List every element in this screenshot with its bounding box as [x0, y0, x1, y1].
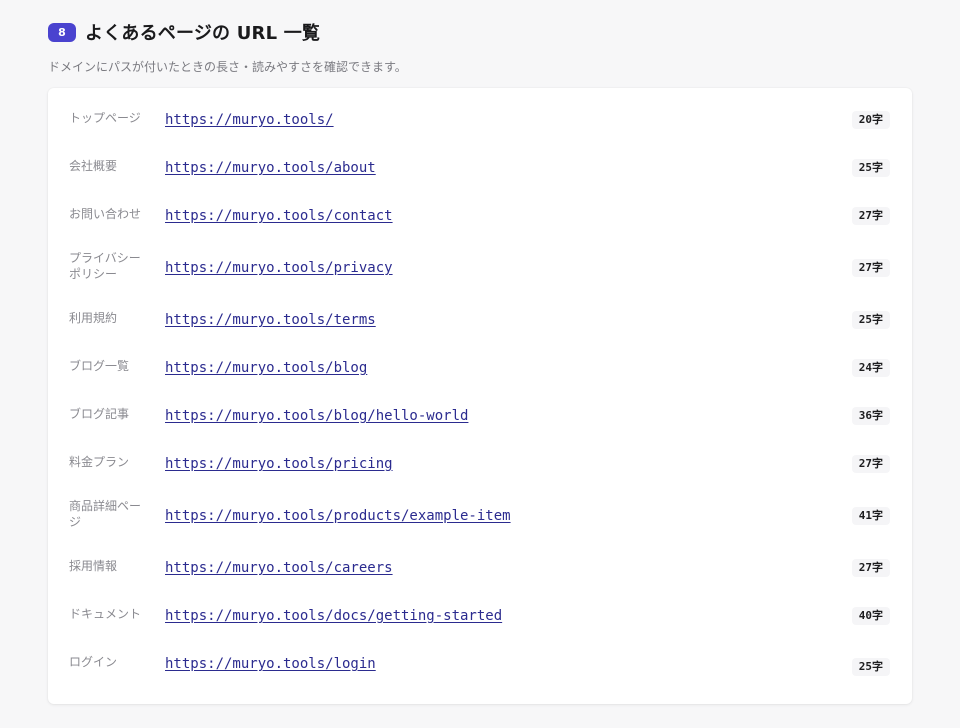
char-count-badge: 24字 [851, 359, 890, 377]
page-type-label: ドキュメント [69, 607, 142, 621]
page-type-label: トップページ [69, 111, 141, 125]
url-link[interactable]: https://muryo.tools/blog/hello-world [165, 407, 468, 425]
url-link[interactable]: https://muryo.tools/careers [165, 559, 393, 577]
url-link[interactable]: https://muryo.tools/pricing [165, 455, 393, 473]
section-number-badge: 8 [48, 22, 76, 42]
page-type-label: 利用規約 [69, 311, 118, 325]
url-list-card: トップページ https://muryo.tools/ 20字 会社概要 htt… [48, 88, 912, 704]
char-count-badge: 27字 [851, 559, 890, 577]
url-link[interactable]: https://muryo.tools/ [165, 111, 334, 129]
url-link[interactable]: https://muryo.tools/contact [165, 207, 393, 225]
char-count-badge: 27字 [851, 207, 890, 225]
char-count-badge: 20字 [851, 111, 890, 129]
char-count-badge: 40字 [851, 607, 890, 625]
url-link[interactable]: https://muryo.tools/blog [165, 359, 367, 377]
url-link[interactable]: https://muryo.tools/terms [165, 311, 376, 329]
url-link[interactable]: https://muryo.tools/about [165, 159, 376, 177]
page-type-label: ブログ記事 [69, 407, 130, 421]
char-count-badge: 25字 [851, 311, 890, 329]
page-type-label: 商品詳細ページ [69, 499, 142, 529]
page-type-label: 採用情報 [69, 559, 118, 573]
page-type-label: 料金プラン [69, 455, 130, 469]
char-count-badge: 41字 [851, 507, 890, 525]
page-type-label: プライバシーポリシー [69, 251, 141, 281]
char-count-badge: 36字 [851, 407, 890, 425]
char-count-badge: 27字 [851, 259, 890, 277]
url-link[interactable]: https://muryo.tools/products/example-ite… [165, 507, 511, 525]
url-link[interactable]: https://muryo.tools/privacy [165, 259, 393, 277]
page-type-label: お問い合わせ [69, 207, 142, 221]
char-count-badge: 25字 [851, 159, 890, 177]
section-title: よくあるページの URL 一覧 [85, 23, 321, 44]
url-link[interactable]: https://muryo.tools/login [165, 655, 376, 673]
url-link[interactable]: https://muryo.tools/docs/getting-started [165, 607, 502, 625]
section-description: ドメインにパスが付いたときの長さ・読みやすさを確認できます。 [48, 60, 407, 74]
page-type-label: ブログ一覧 [69, 359, 130, 373]
page-type-label: ログイン [69, 655, 118, 669]
char-count-badge: 27字 [851, 455, 890, 473]
char-count-badge: 25字 [851, 658, 890, 676]
page-type-label: 会社概要 [69, 159, 118, 173]
section-heading: 8 よくあるページの URL 一覧 [48, 20, 320, 44]
